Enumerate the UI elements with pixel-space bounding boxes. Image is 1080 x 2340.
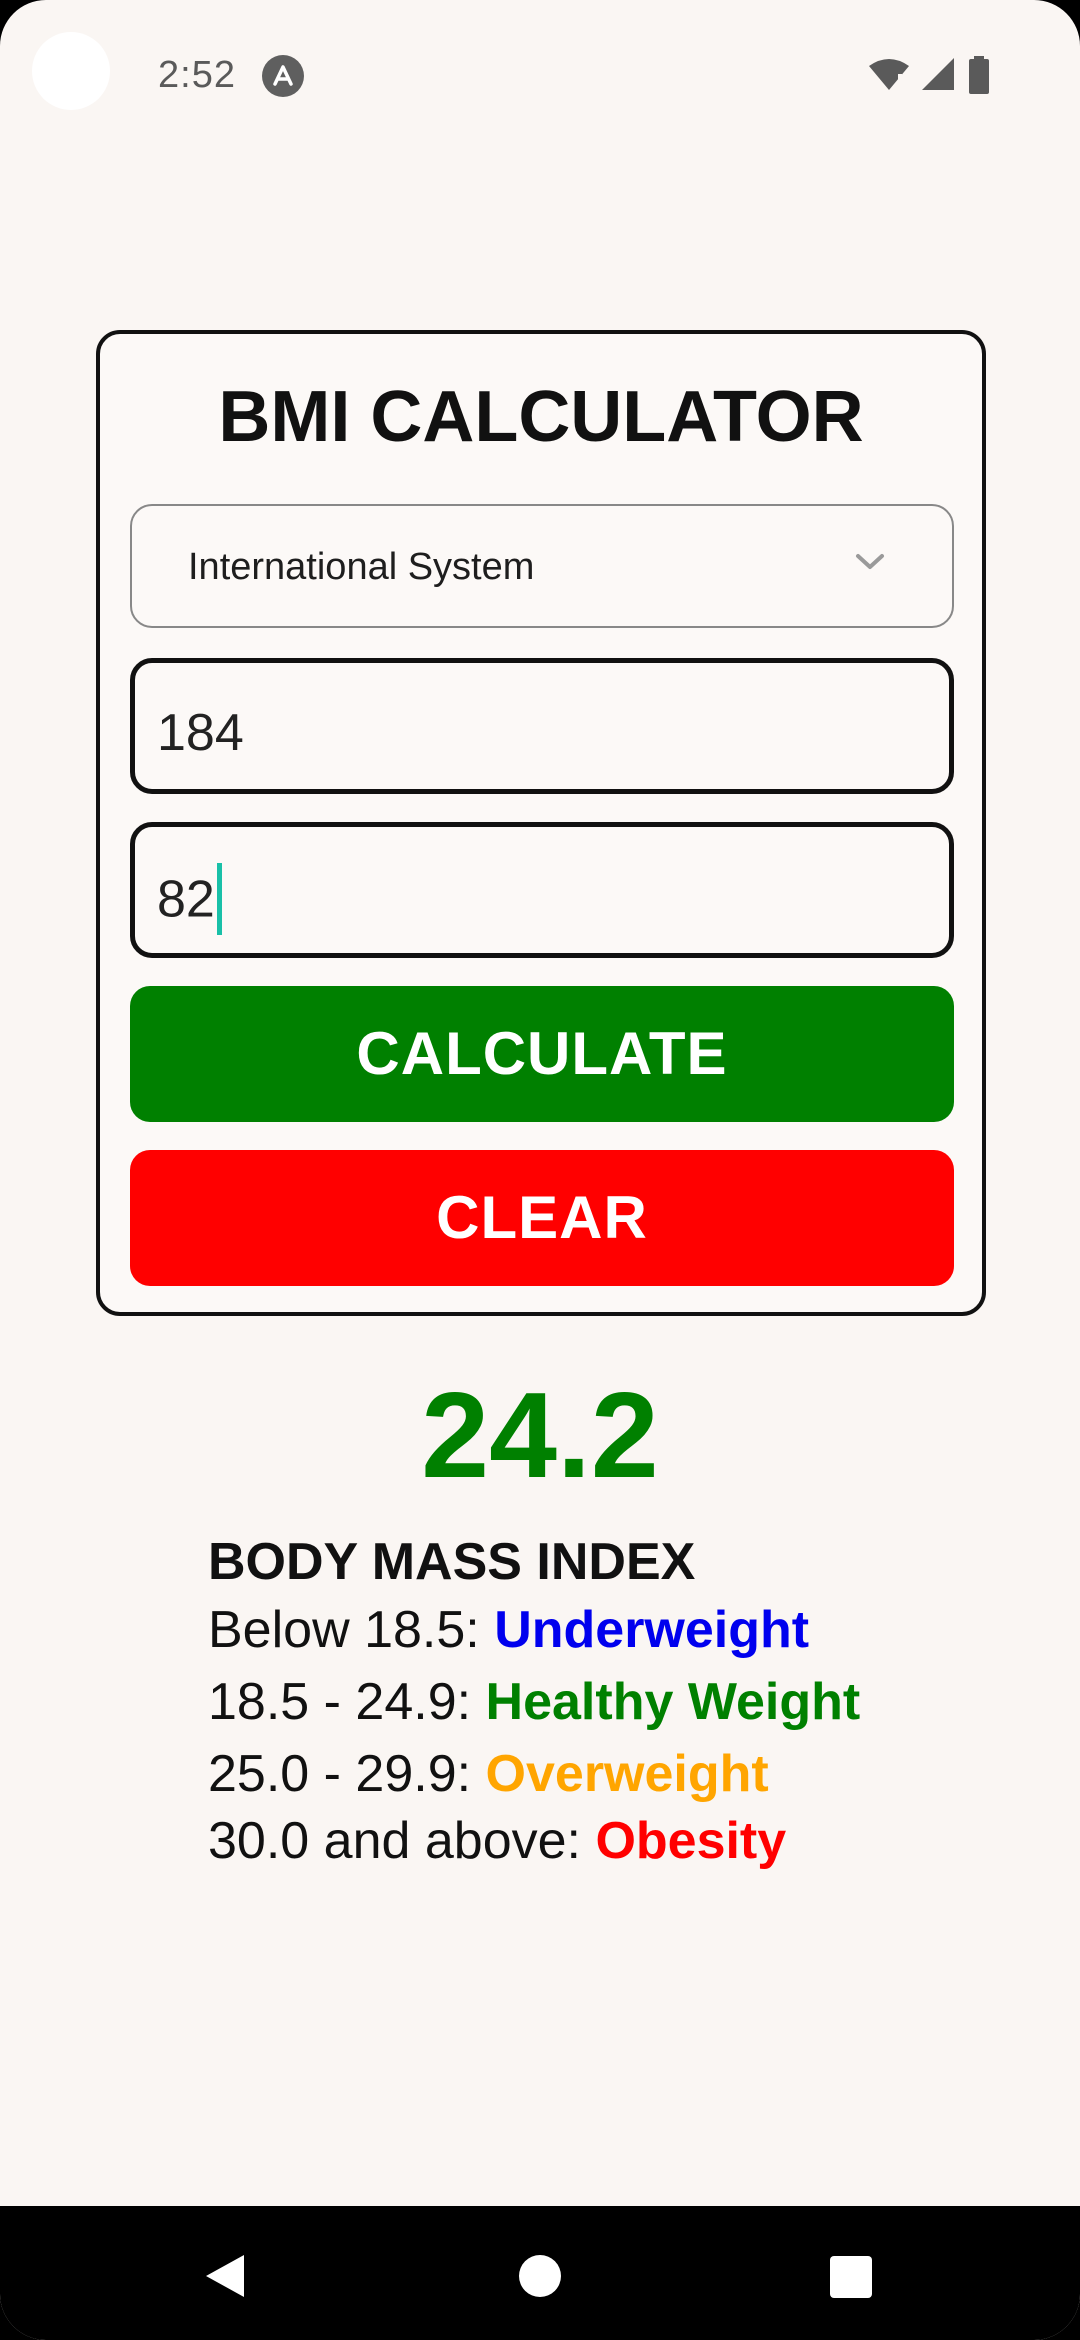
legend-range: Below 18.5:	[208, 1601, 495, 1659]
unit-system-select[interactable]: International System	[130, 504, 954, 628]
legend-heading: BODY MASS INDEX	[208, 1533, 696, 1591]
legend-row-overweight: 25.0 - 29.9: Overweight	[208, 1738, 860, 1810]
legend-category-obesity: Obesity	[595, 1812, 787, 1870]
clear-button[interactable]: CLEAR	[130, 1150, 954, 1286]
text-cursor	[216, 863, 222, 935]
legend-row-healthy: 18.5 - 24.9: Healthy Weight	[208, 1666, 860, 1738]
home-icon[interactable]	[518, 2254, 562, 2298]
wifi-icon	[869, 59, 909, 90]
height-value: 184	[157, 704, 244, 762]
app-notification-icon	[262, 55, 304, 97]
calculate-button[interactable]: CALCULATE	[130, 986, 954, 1122]
bmi-legend: BODY MASS INDEX Below 18.5: Underweight …	[208, 1530, 860, 1872]
height-input[interactable]: 184	[130, 658, 954, 794]
bmi-result: 24.2	[421, 1367, 659, 1503]
legend-range: 30.0 and above:	[208, 1812, 596, 1870]
chevron-down-icon	[854, 552, 886, 577]
weight-value-wrap: 82	[157, 863, 222, 939]
back-icon[interactable]	[204, 2253, 246, 2299]
legend-category-overweight: Overweight	[485, 1745, 769, 1803]
legend-row-obesity: 30.0 and above: Obesity	[208, 1810, 860, 1872]
legend-category-healthy: Healthy Weight	[485, 1673, 861, 1731]
battery-icon	[969, 56, 989, 94]
unit-system-value: International System	[188, 546, 535, 588]
legend-row-underweight: Below 18.5: Underweight	[208, 1594, 860, 1666]
status-time: 2:52	[158, 54, 236, 96]
camera-cutout	[32, 32, 110, 110]
page-title: BMI CALCULATOR	[218, 377, 864, 457]
legend-category-underweight: Underweight	[494, 1601, 810, 1659]
screen: 2:52 BMI CALCULATOR International System…	[0, 0, 1080, 2340]
weight-input[interactable]: 82	[130, 822, 954, 958]
calculator-card: BMI CALCULATOR International System 184 …	[96, 330, 986, 1316]
legend-range: 18.5 - 24.9:	[208, 1673, 486, 1731]
weight-value: 82	[157, 870, 215, 929]
status-bar: 2:52	[0, 0, 1080, 150]
recents-icon[interactable]	[830, 2256, 872, 2298]
signal-icon	[922, 58, 954, 90]
navigation-bar	[0, 2206, 1080, 2340]
legend-range: 25.0 - 29.9:	[208, 1745, 486, 1803]
